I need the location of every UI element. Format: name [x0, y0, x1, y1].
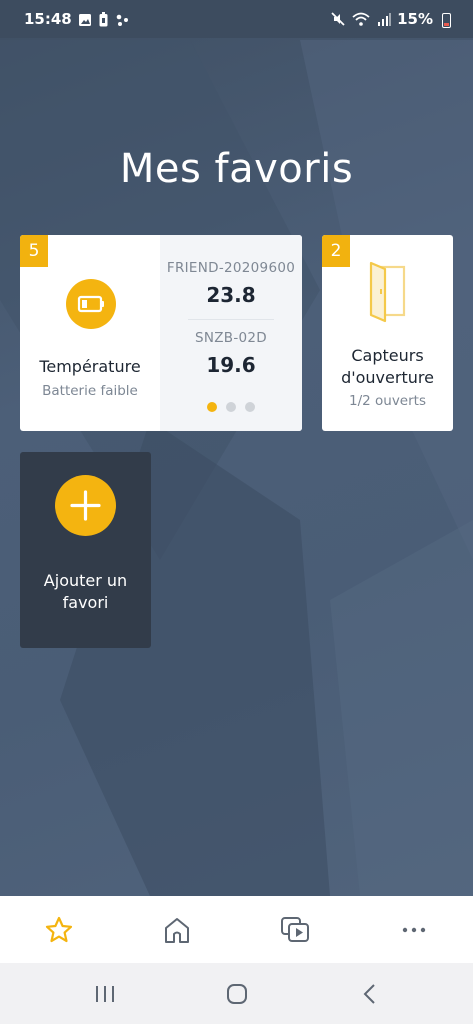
tab-more[interactable]	[355, 896, 473, 963]
recent-apps-button[interactable]	[55, 963, 155, 1024]
tab-media[interactable]	[236, 896, 354, 963]
battery-low-icon	[66, 279, 116, 329]
status-time: 15:48	[24, 10, 72, 28]
add-label-line1: Ajouter un	[43, 571, 128, 590]
page-title: Mes favoris	[119, 146, 354, 192]
add-favorite-label: Ajouter un favori	[20, 570, 151, 614]
favorite-card-temperature[interactable]: 5 Température Batterie faible FRIEND-202…	[20, 235, 302, 431]
door-open-icon	[369, 261, 406, 323]
bottom-tab-bar	[0, 896, 473, 963]
status-icons-left	[78, 12, 129, 27]
card-title: Température	[39, 357, 141, 376]
sensor-value: 19.6	[206, 353, 256, 377]
mute-icon	[331, 12, 345, 26]
card-title-line2: d'ouverture	[341, 368, 434, 387]
more-icon	[402, 927, 426, 932]
system-navigation-bar	[0, 963, 473, 1024]
battery-icon	[442, 13, 451, 28]
media-icon	[281, 916, 309, 942]
battery-saver-icon	[99, 12, 108, 27]
temperature-summary: 5 Température Batterie faible	[20, 235, 160, 431]
plus-icon	[55, 475, 116, 536]
count-badge: 5	[20, 235, 48, 267]
add-favorite-button[interactable]: Ajouter un favori	[20, 452, 151, 648]
star-icon	[45, 916, 73, 942]
card-subtitle: Batterie faible	[42, 383, 138, 399]
status-bar: 15:48 15%	[0, 0, 473, 38]
dots-icon	[116, 14, 128, 26]
sensor-value: 23.8	[206, 283, 256, 307]
count-badge: 2	[322, 235, 350, 267]
add-label-line2: favori	[62, 593, 109, 612]
sensor-name: SNZB-02D	[194, 330, 268, 346]
pagination-dot[interactable]	[245, 402, 255, 412]
signal-icon	[378, 13, 391, 26]
back-arrow-icon	[363, 983, 375, 1004]
image-icon	[79, 13, 91, 26]
recent-apps-icon	[96, 985, 114, 1002]
home-icon	[165, 917, 189, 943]
status-icons-right	[331, 12, 391, 26]
pagination-dot[interactable]	[226, 402, 236, 412]
carousel-pagination	[160, 402, 302, 412]
sensor-name: FRIEND-20209600	[166, 260, 296, 276]
tab-favorites[interactable]	[0, 896, 118, 963]
card-subtitle: 1/2 ouverts	[348, 393, 426, 409]
wifi-icon	[352, 12, 370, 26]
tab-home[interactable]	[118, 896, 236, 963]
home-circle-icon	[227, 983, 247, 1004]
sensor-carousel[interactable]: FRIEND-20209600 23.8 SNZB-02D 19.6	[160, 235, 302, 431]
back-button[interactable]	[320, 963, 420, 1024]
card-title-line1: Capteurs	[351, 346, 424, 365]
favorite-card-door-sensors[interactable]: 2 Capteurs d'ouverture 1/2 ouverts	[322, 235, 453, 431]
pagination-dot-active[interactable]	[207, 402, 217, 412]
screen: 15:48 15% Mes favoris 5 Température Batt…	[0, 0, 473, 1024]
sensor-divider	[188, 319, 274, 320]
home-button[interactable]	[187, 963, 287, 1024]
status-battery-percent: 15%	[397, 10, 433, 28]
